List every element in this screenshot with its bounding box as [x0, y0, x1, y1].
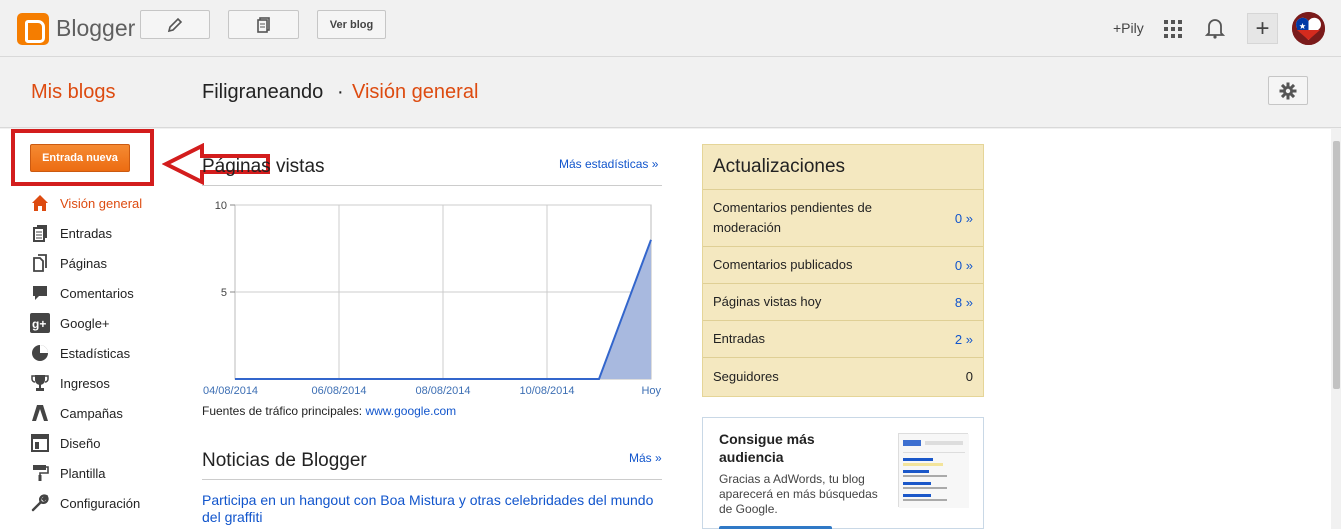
pages-icon	[30, 253, 50, 273]
user-avatar[interactable]	[1292, 12, 1325, 45]
pageviews-chart: 5 10 04/08/2014 06/08/2014 08/08/2014 10/08/2…	[203, 200, 661, 397]
update-row-published-comments[interactable]: Comentarios publicados 0 »	[703, 247, 983, 284]
update-label: Páginas vistas hoy	[713, 294, 822, 309]
sidebar-item-settings[interactable]: Configuración	[30, 488, 190, 518]
template-icon	[30, 463, 50, 483]
notifications-bell-icon[interactable]	[1205, 17, 1225, 39]
posts-list-button[interactable]	[228, 10, 299, 39]
google-plus-icon: g+	[30, 313, 50, 333]
update-row-followers: Seguidores 0	[703, 358, 983, 395]
brand-name[interactable]: Blogger	[56, 15, 135, 42]
top-bar: Blogger Ver blog +Pily +	[0, 0, 1341, 57]
traffic-sources: Fuentes de tráfico principales: www.goog…	[202, 404, 456, 418]
x-tick-label: 06/08/2014	[311, 385, 366, 397]
annotation-highlight-box	[11, 129, 154, 186]
sidebar-item-label: Comentarios	[60, 285, 134, 301]
apps-grid-icon[interactable]	[1164, 20, 1182, 38]
comments-icon	[30, 283, 50, 303]
posts-icon	[30, 223, 50, 243]
sidebar-item-campaigns[interactable]: Campañas	[30, 398, 190, 428]
traffic-sources-label: Fuentes de tráfico principales:	[202, 404, 363, 418]
sidebar-item-overview[interactable]: Visión general	[30, 188, 190, 218]
sidebar-item-label: Diseño	[60, 435, 101, 451]
page-title: Visión general	[352, 81, 479, 103]
x-tick-label: 08/08/2014	[415, 385, 470, 397]
pageviews-title: Páginas vistas	[202, 156, 325, 177]
stats-icon	[30, 343, 50, 363]
breadcrumb-separator: ·	[337, 81, 344, 103]
update-label: Comentarios pendientes de moderación	[713, 200, 872, 235]
sidebar-item-label: Entradas	[60, 225, 113, 241]
home-icon	[30, 193, 50, 213]
campaigns-icon	[30, 403, 50, 423]
update-value[interactable]: 2 »	[955, 332, 973, 347]
updates-panel: Actualizaciones Comentarios pendientes d…	[702, 144, 984, 397]
sidebar-item-label: Google+	[60, 315, 110, 331]
svg-text:g+: g+	[32, 317, 46, 331]
page-header: Mis blogs Filigraneando · Visión general	[0, 58, 1341, 128]
divider	[202, 185, 662, 186]
update-row-pending-comments[interactable]: Comentarios pendientes de moderación 0 »	[703, 190, 983, 247]
document-icon	[256, 16, 270, 33]
x-tick-label: 10/08/2014	[519, 385, 574, 397]
sidebar-item-label: Visión general	[60, 195, 143, 211]
google-plus-user-link[interactable]: +Pily	[1113, 20, 1144, 36]
share-add-button[interactable]: +	[1247, 13, 1278, 44]
gear-icon	[1279, 82, 1297, 99]
sidebar-nav: Visión general Entradas Páginas Comentar…	[30, 188, 190, 518]
adwords-promo: Consigue más audiencia Gracias a AdWords…	[702, 417, 984, 529]
update-row-posts[interactable]: Entradas 2 »	[703, 321, 983, 358]
y-tick-label: 5	[221, 287, 227, 299]
adwords-title: Consigue más audiencia	[719, 431, 815, 465]
pencil-icon	[167, 17, 183, 32]
x-tick-label: 04/08/2014	[203, 385, 258, 397]
sidebar-item-stats[interactable]: Estadísticas	[30, 338, 190, 368]
sidebar-item-label: Estadísticas	[60, 345, 131, 361]
scrollbar-thumb[interactable]	[1333, 141, 1340, 389]
my-blogs-link[interactable]: Mis blogs	[31, 81, 115, 104]
update-value: 0	[965, 369, 973, 384]
new-post-pencil-button[interactable]	[140, 10, 210, 39]
layout-icon	[30, 433, 50, 453]
sidebar-item-template[interactable]: Plantilla	[30, 458, 190, 488]
sidebar-item-pages[interactable]: Páginas	[30, 248, 190, 278]
sidebar-item-earnings[interactable]: Ingresos	[30, 368, 190, 398]
sidebar-item-posts[interactable]: Entradas	[30, 218, 190, 248]
update-value[interactable]: 8 »	[955, 295, 973, 310]
blog-name: Filigraneando	[202, 81, 324, 103]
blogger-logo-icon[interactable]	[17, 13, 49, 45]
divider	[202, 479, 662, 480]
scrollbar[interactable]	[1331, 129, 1341, 529]
sidebar-item-label: Plantilla	[60, 465, 106, 481]
sidebar-item-google-plus[interactable]: g+ Google+	[30, 308, 190, 338]
y-tick-label: 10	[215, 200, 227, 212]
settings-gear-button[interactable]	[1268, 76, 1308, 105]
heart-flag-icon	[1292, 12, 1325, 45]
update-label: Comentarios publicados	[713, 257, 853, 272]
more-stats-link[interactable]: Más estadísticas »	[559, 157, 658, 171]
news-title: Noticias de Blogger	[202, 450, 367, 471]
trophy-icon	[30, 373, 50, 393]
update-label: Seguidores	[713, 368, 779, 384]
news-more-link[interactable]: Más »	[629, 451, 662, 465]
sidebar-item-label: Configuración	[60, 495, 141, 511]
update-value[interactable]: 0 »	[955, 258, 973, 273]
sidebar-item-layout[interactable]: Diseño	[30, 428, 190, 458]
update-label: Entradas	[713, 331, 766, 346]
update-row-pageviews-today[interactable]: Páginas vistas hoy 8 »	[703, 284, 983, 321]
sidebar-item-comments[interactable]: Comentarios	[30, 278, 190, 308]
sidebar-item-label: Páginas	[60, 255, 107, 271]
sidebar-item-label: Ingresos	[60, 375, 110, 391]
update-value[interactable]: 0 »	[955, 211, 973, 226]
updates-title: Actualizaciones	[703, 145, 983, 190]
traffic-source-link[interactable]: www.google.com	[365, 404, 456, 418]
view-blog-button[interactable]: Ver blog	[317, 10, 386, 39]
x-tick-label: Hoy	[641, 385, 661, 397]
adwords-text: Gracias a AdWords, tu blog aparecerá en …	[719, 472, 878, 516]
news-headline-link[interactable]: Participa en un hangout con Boa Mistura …	[202, 492, 672, 526]
search-results-thumbnail	[898, 433, 969, 508]
sidebar-item-label: Campañas	[60, 405, 123, 421]
wrench-icon	[30, 493, 50, 513]
